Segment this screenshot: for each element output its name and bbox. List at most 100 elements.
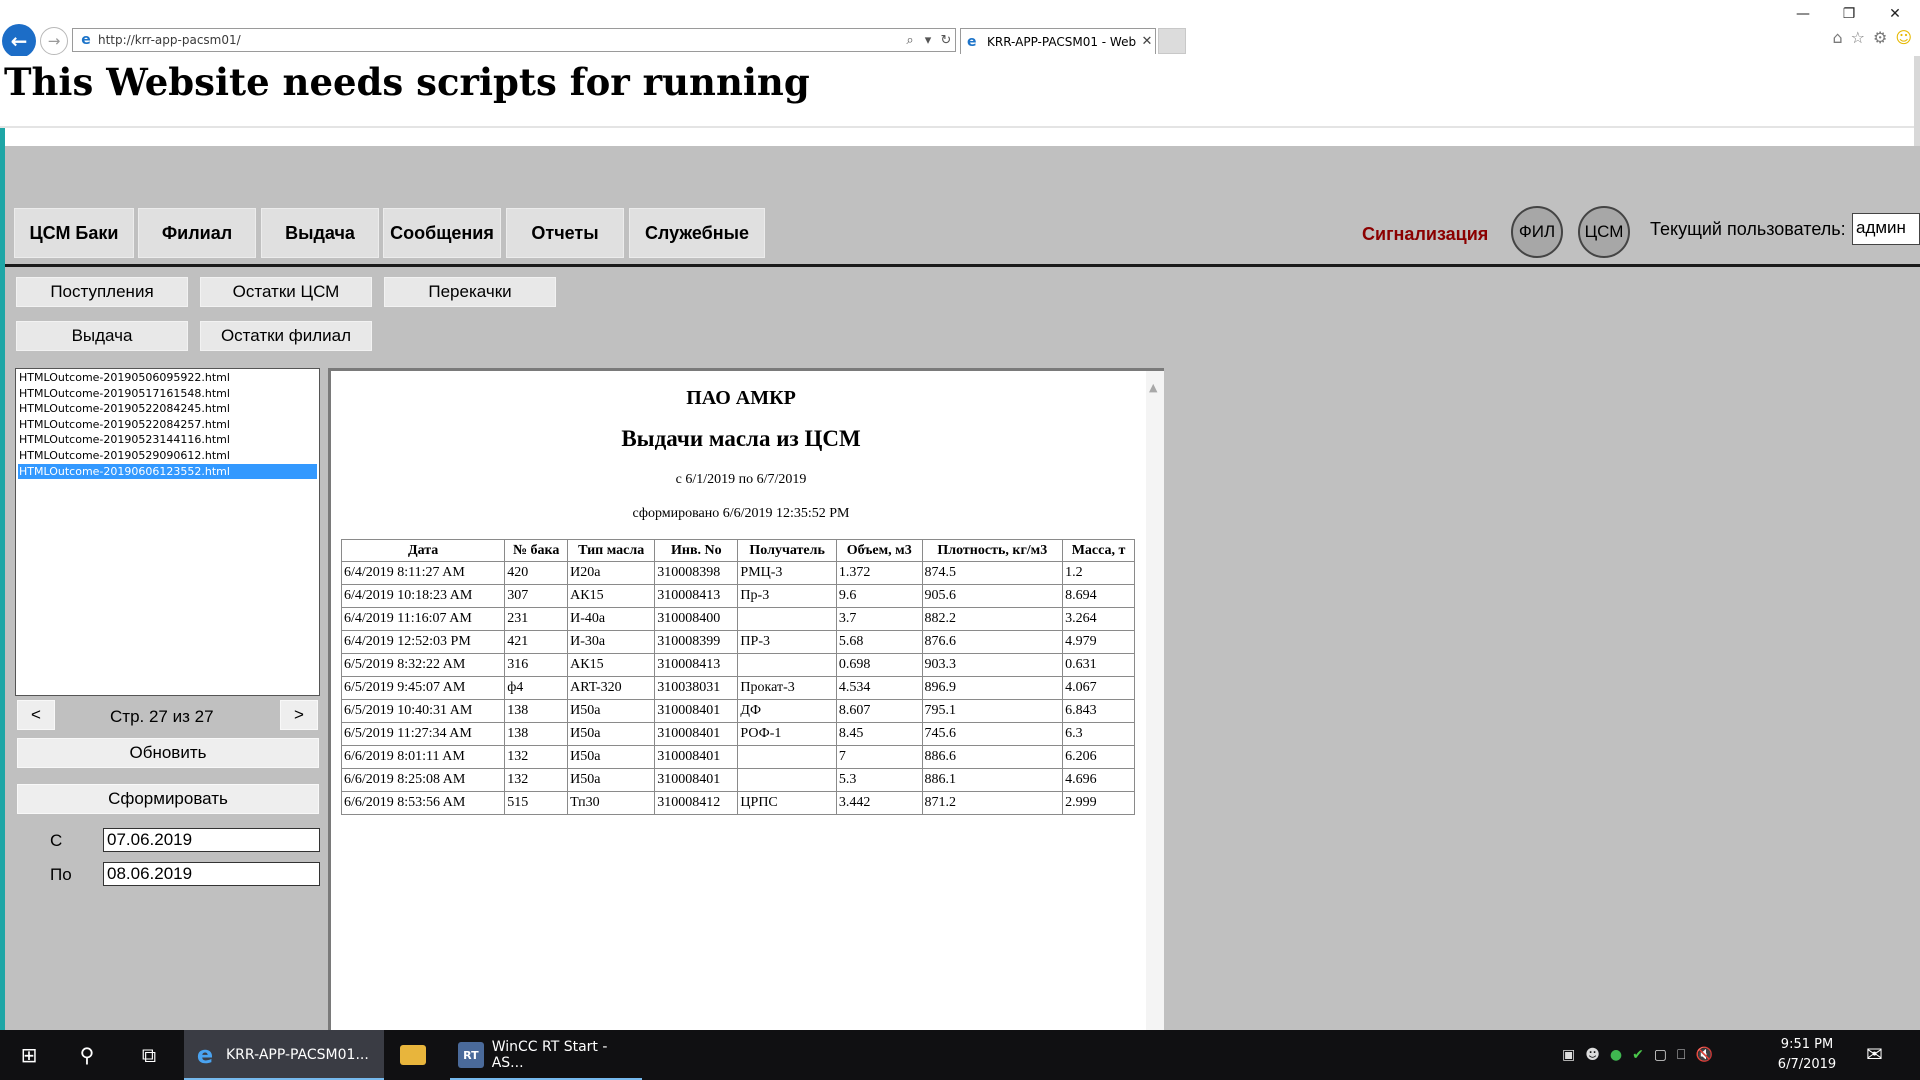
menu-messages[interactable]: Сообщения: [383, 208, 501, 258]
list-item[interactable]: HTMLOutcome-20190517161548.html: [18, 386, 317, 402]
tray-tool-icon[interactable]: ✔: [1632, 1047, 1644, 1063]
branch-circle-button[interactable]: ФИЛ: [1511, 206, 1563, 258]
forward-arrow-icon[interactable]: →: [40, 27, 68, 55]
submenu-tsm-stock[interactable]: Остатки ЦСМ: [200, 277, 372, 307]
table-row: 6/5/2019 9:45:07 AM ф4 ART-320 310038031 Про…: [340, 676, 1135, 700]
list-item[interactable]: HTMLOutcome-20190522084245.html: [18, 401, 317, 417]
table-cell: [737, 607, 837, 631]
table-cell: 9.6: [835, 584, 923, 608]
submenu-branch-stock[interactable]: Остатки филиал: [200, 321, 372, 351]
dropdown-arrow-icon[interactable]: ▾: [919, 33, 937, 48]
refresh-button[interactable]: Обновить: [17, 738, 319, 768]
table-cell: 886.6: [921, 745, 1064, 769]
scroll-up-arrow-icon[interactable]: ▲: [1149, 381, 1157, 394]
table-cell: АК15: [567, 653, 656, 677]
page-scrollbar[interactable]: [1914, 56, 1920, 148]
taskbar-app-wincc[interactable]: RT WinCC RT Start - AS...: [450, 1030, 642, 1080]
prev-page-button[interactable]: <: [17, 700, 55, 730]
table-cell: 310008401: [654, 768, 739, 792]
tsm-circle-button[interactable]: ЦСМ: [1578, 206, 1630, 258]
table-cell: 6/4/2019 10:18:23 AM: [340, 584, 506, 608]
network-icon[interactable]: ⎕: [1677, 1047, 1685, 1063]
search-icon[interactable]: ⚲: [58, 1030, 116, 1080]
menu-service[interactable]: Служебные: [629, 208, 765, 258]
report-organization: ПАО АМКР: [686, 387, 796, 409]
table-cell: 310008401: [654, 699, 739, 723]
alarm-label[interactable]: Сигнализация: [1362, 224, 1488, 245]
table-cell: РОФ-1: [737, 722, 837, 746]
menu-reports[interactable]: Отчеты: [506, 208, 624, 258]
tray-excel-icon[interactable]: ●: [1610, 1047, 1622, 1063]
table-cell: 6/6/2019 8:01:11 AM: [340, 745, 506, 769]
back-arrow-icon[interactable]: ←: [2, 24, 36, 58]
report-file-list[interactable]: HTMLOutcome-20190506095922.html HTMLOutco…: [15, 368, 320, 696]
favorites-star-icon[interactable]: ☆: [1851, 28, 1865, 47]
table-cell: РМЦ-3: [737, 561, 837, 585]
notification-center-icon[interactable]: ✉: [1866, 1042, 1883, 1066]
column-header: Плотность, кг/м3: [921, 539, 1064, 562]
table-cell: [737, 745, 837, 769]
table-cell: ART-320: [567, 676, 656, 700]
system-clock[interactable]: 9:51 PM 6/7/2019: [1772, 1035, 1842, 1075]
refresh-icon[interactable]: ↻: [937, 33, 955, 48]
internet-explorer-icon: e: [196, 1041, 214, 1069]
list-item[interactable]: HTMLOutcome-20190522084257.html: [18, 417, 317, 433]
address-url[interactable]: http://krr-app-pacsm01/: [98, 33, 901, 47]
table-cell: 886.1: [921, 768, 1064, 792]
menu-tsm-tanks[interactable]: ЦСМ Баки: [14, 208, 134, 258]
generate-button[interactable]: Сформировать: [17, 784, 319, 814]
list-item[interactable]: HTMLOutcome-20190606123552.html: [18, 463, 317, 480]
page-content: This Website needs scripts for running Ц…: [0, 56, 1920, 1030]
table-cell: 4.696: [1062, 768, 1135, 792]
taskbar-app-ie[interactable]: e KRR-APP-PACSM01...: [184, 1030, 384, 1080]
taskbar-app-explorer[interactable]: [392, 1030, 446, 1080]
script-warning-heading: This Website needs scripts for running: [4, 60, 810, 104]
browser-tab[interactable]: e KRR-APP-PACSM01 - Web ... ✕: [960, 28, 1156, 54]
minimize-button[interactable]: —: [1780, 2, 1826, 26]
restore-button[interactable]: ❐: [1826, 2, 1872, 26]
table-cell: 4.979: [1062, 630, 1135, 654]
table-cell: 745.6: [921, 722, 1064, 746]
list-item[interactable]: HTMLOutcome-20190506095922.html: [18, 370, 317, 386]
windows-start-icon[interactable]: ⊞: [0, 1030, 58, 1080]
report-body: ПАО АМКР Выдачи масла из ЦСМ с 6/1/2019 …: [340, 371, 1141, 815]
date-to-input[interactable]: 08.06.2019: [103, 862, 320, 886]
clock-date: 6/7/2019: [1777, 1057, 1837, 1072]
date-from-input[interactable]: 07.06.2019: [103, 828, 320, 852]
close-window-button[interactable]: ✕: [1872, 2, 1918, 26]
column-header: Объем, м3: [835, 539, 923, 562]
table-cell: 4.534: [835, 676, 923, 700]
table-cell: 310008398: [654, 561, 739, 585]
submenu-transfers[interactable]: Перекачки: [384, 277, 556, 307]
volume-muted-icon[interactable]: 🔇: [1695, 1047, 1712, 1063]
menu-branch[interactable]: Филиал: [138, 208, 256, 258]
list-item[interactable]: HTMLOutcome-20190523144116.html: [18, 432, 317, 448]
next-page-button[interactable]: >: [280, 700, 318, 730]
list-item[interactable]: HTMLOutcome-20190529090612.html: [18, 448, 317, 464]
report-scrollbar[interactable]: ▲: [1146, 371, 1164, 1030]
submenu-receipts[interactable]: Поступления: [16, 277, 188, 307]
tray-users-icon[interactable]: ☻: [1585, 1047, 1600, 1063]
close-tab-icon[interactable]: ✕: [1139, 34, 1155, 49]
address-bar[interactable]: e http://krr-app-pacsm01/ ⌕ ▾ ↻: [72, 28, 956, 52]
table-cell: 6/4/2019 11:16:07 AM: [340, 607, 506, 631]
search-icon[interactable]: ⌕: [901, 33, 919, 48]
smiley-icon[interactable]: ☺: [1895, 28, 1912, 47]
current-user-field[interactable]: админ: [1852, 213, 1920, 245]
table-cell: 6/6/2019 8:25:08 AM: [340, 768, 506, 792]
settings-gear-icon[interactable]: ⚙: [1873, 28, 1887, 47]
tray-monitor-icon[interactable]: ▢: [1654, 1047, 1667, 1063]
report-table: Дата № бака Тип масла Инв. No Получатель Объе…: [340, 539, 1135, 815]
table-cell: 6/5/2019 9:45:07 AM: [340, 676, 506, 700]
table-cell: 871.2: [921, 791, 1064, 815]
home-icon[interactable]: ⌂: [1832, 28, 1842, 47]
menu-divider: [0, 264, 1920, 267]
table-cell: 307: [504, 584, 569, 608]
table-cell: Пр-3: [737, 584, 837, 608]
submenu-issue[interactable]: Выдача: [16, 321, 188, 351]
task-view-icon[interactable]: ⧉: [120, 1030, 178, 1080]
tray-app-icon[interactable]: ▣: [1562, 1047, 1575, 1063]
menu-issue[interactable]: Выдача: [261, 208, 379, 258]
new-tab-button[interactable]: [1158, 28, 1186, 54]
table-cell: 8.45: [835, 722, 923, 746]
